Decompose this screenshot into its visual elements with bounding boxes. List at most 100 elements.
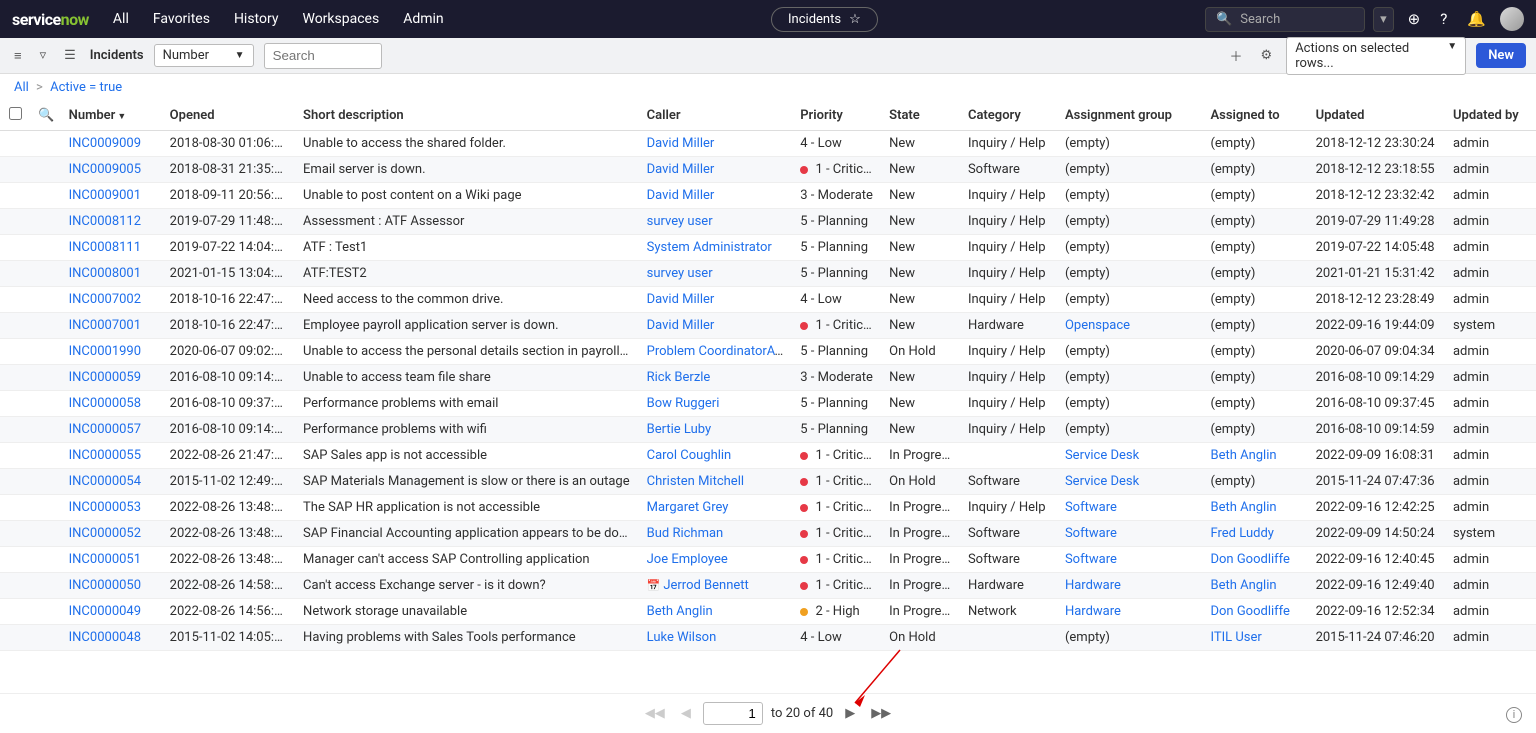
cell-caller[interactable]: Joe Employee	[639, 547, 793, 573]
cell-assigned[interactable]: (empty)	[1202, 391, 1307, 417]
row-select[interactable]	[0, 131, 30, 157]
cell-group[interactable]: (empty)	[1057, 209, 1203, 235]
col-category[interactable]: Category	[960, 101, 1057, 131]
cell-caller[interactable]: System Administrator	[639, 235, 793, 261]
caller-link[interactable]: Luke Wilson	[647, 630, 717, 645]
number-link[interactable]: INC0000049	[69, 604, 141, 619]
assigned-link[interactable]: Fred Luddy	[1210, 526, 1273, 541]
assigned-link[interactable]: Beth Anglin	[1210, 500, 1276, 515]
caller-link[interactable]: survey user	[647, 214, 713, 229]
cell-group[interactable]: (empty)	[1057, 339, 1203, 365]
number-link[interactable]: INC0008111	[69, 240, 141, 255]
cell-number[interactable]: INC0007002	[61, 287, 162, 313]
cell-number[interactable]: INC0000058	[61, 391, 162, 417]
table-row[interactable]: INC0000051 2022-08-26 13:48:32 Manager c…	[0, 547, 1536, 573]
cell-group[interactable]: (empty)	[1057, 235, 1203, 261]
new-button[interactable]: New	[1476, 43, 1526, 68]
cell-caller[interactable]: Bertie Luby	[639, 417, 793, 443]
cell-number[interactable]: INC0009009	[61, 131, 162, 157]
table-row[interactable]: INC0008112 2019-07-29 11:48:43 Assessmen…	[0, 209, 1536, 235]
row-search[interactable]	[30, 287, 60, 313]
table-row[interactable]: INC0007001 2018-10-16 22:47:10 Employee …	[0, 313, 1536, 339]
cell-assigned[interactable]: (empty)	[1202, 183, 1307, 209]
cell-assigned[interactable]: (empty)	[1202, 131, 1307, 157]
cell-number[interactable]: INC0000055	[61, 443, 162, 469]
number-link[interactable]: INC0000054	[69, 474, 141, 489]
cell-caller[interactable]: Rick Berzle	[639, 365, 793, 391]
col-desc[interactable]: Short description	[295, 101, 639, 131]
assigned-link[interactable]: Beth Anglin	[1210, 578, 1276, 593]
list-search-input[interactable]	[264, 43, 382, 69]
cell-group[interactable]: (empty)	[1057, 183, 1203, 209]
table-row[interactable]: INC0009001 2018-09-11 20:56:26 Unable to…	[0, 183, 1536, 209]
cell-caller[interactable]: David Miller	[639, 157, 793, 183]
cell-number[interactable]: INC0000051	[61, 547, 162, 573]
group-link[interactable]: Software	[1065, 552, 1117, 567]
cell-group[interactable]: (empty)	[1057, 417, 1203, 443]
cell-assigned[interactable]: (empty)	[1202, 417, 1307, 443]
caller-link[interactable]: David Miller	[647, 136, 715, 151]
table-row[interactable]: INC0008001 2021-01-15 13:04:14 ATF:TEST2…	[0, 261, 1536, 287]
avatar[interactable]	[1500, 7, 1524, 31]
row-select[interactable]	[0, 573, 30, 599]
row-search[interactable]	[30, 235, 60, 261]
breadcrumb-filter[interactable]: Active = true	[50, 80, 122, 95]
cell-caller[interactable]: Margaret Grey	[639, 495, 793, 521]
cell-group[interactable]: Software	[1057, 547, 1203, 573]
cell-assigned[interactable]: (empty)	[1202, 235, 1307, 261]
cell-number[interactable]: INC0001990	[61, 339, 162, 365]
first-page-icon[interactable]: ◀◀	[641, 706, 669, 721]
table-row[interactable]: INC0000049 2022-08-26 14:56:37 Network s…	[0, 599, 1536, 625]
group-link[interactable]: Hardware	[1065, 578, 1121, 593]
number-link[interactable]: INC0000057	[69, 422, 141, 437]
info-icon[interactable]: i	[1506, 707, 1522, 723]
caller-link[interactable]: Bow Ruggeri	[647, 396, 720, 411]
select-all-col[interactable]	[0, 101, 30, 131]
number-link[interactable]: INC0000048	[69, 630, 141, 645]
cell-assigned[interactable]: Don Goodliffe	[1202, 599, 1307, 625]
col-opened[interactable]: Opened	[162, 101, 295, 131]
row-search[interactable]	[30, 209, 60, 235]
table-row[interactable]: INC0000048 2015-11-02 14:05:36 Having pr…	[0, 625, 1536, 651]
caller-link[interactable]: Margaret Grey	[647, 500, 729, 515]
group-link[interactable]: Openspace	[1065, 318, 1130, 333]
assigned-link[interactable]: Don Goodliffe	[1210, 552, 1289, 567]
settings-icon[interactable]: ⚙	[1257, 48, 1277, 63]
group-link[interactable]: Service Desk	[1065, 448, 1139, 463]
col-priority[interactable]: Priority	[792, 101, 881, 131]
cell-assigned[interactable]: Beth Anglin	[1202, 495, 1307, 521]
row-select[interactable]	[0, 339, 30, 365]
cell-number[interactable]: INC0007001	[61, 313, 162, 339]
cell-caller[interactable]: Bud Richman	[639, 521, 793, 547]
number-link[interactable]: INC0007002	[69, 292, 141, 307]
row-search[interactable]	[30, 261, 60, 287]
cell-number[interactable]: INC0008112	[61, 209, 162, 235]
caller-link[interactable]: David Miller	[647, 188, 715, 203]
caller-link[interactable]: Christen Mitchell	[647, 474, 744, 489]
cell-group[interactable]: Service Desk	[1057, 469, 1203, 495]
caller-link[interactable]: Jerrod Bennett	[663, 578, 748, 593]
nav-history[interactable]: History	[234, 11, 279, 27]
cell-assigned[interactable]: (empty)	[1202, 287, 1307, 313]
col-updatedby[interactable]: Updated by	[1445, 101, 1536, 131]
cell-caller[interactable]: 📅Jerrod Bennett	[639, 573, 793, 599]
cell-assigned[interactable]: (empty)	[1202, 339, 1307, 365]
prev-page-icon[interactable]: ◀	[677, 706, 695, 721]
row-search[interactable]	[30, 131, 60, 157]
col-state[interactable]: State	[881, 101, 960, 131]
row-search[interactable]	[30, 547, 60, 573]
number-link[interactable]: INC0009001	[69, 188, 141, 203]
actions-dropdown[interactable]: Actions on selected rows... ▼	[1286, 37, 1466, 75]
globe-icon[interactable]: ⊕	[1402, 10, 1427, 28]
table-row[interactable]: INC0009005 2018-08-31 21:35:21 Email ser…	[0, 157, 1536, 183]
number-link[interactable]: INC0001990	[69, 344, 141, 359]
page-input[interactable]	[703, 702, 763, 725]
number-link[interactable]: INC0000055	[69, 448, 141, 463]
cell-assigned[interactable]: (empty)	[1202, 157, 1307, 183]
row-search[interactable]	[30, 469, 60, 495]
number-link[interactable]: INC0000059	[69, 370, 141, 385]
cell-caller[interactable]: survey user	[639, 261, 793, 287]
group-link[interactable]: Software	[1065, 500, 1117, 515]
cell-group[interactable]: Software	[1057, 495, 1203, 521]
caller-link[interactable]: David Miller	[647, 162, 715, 177]
